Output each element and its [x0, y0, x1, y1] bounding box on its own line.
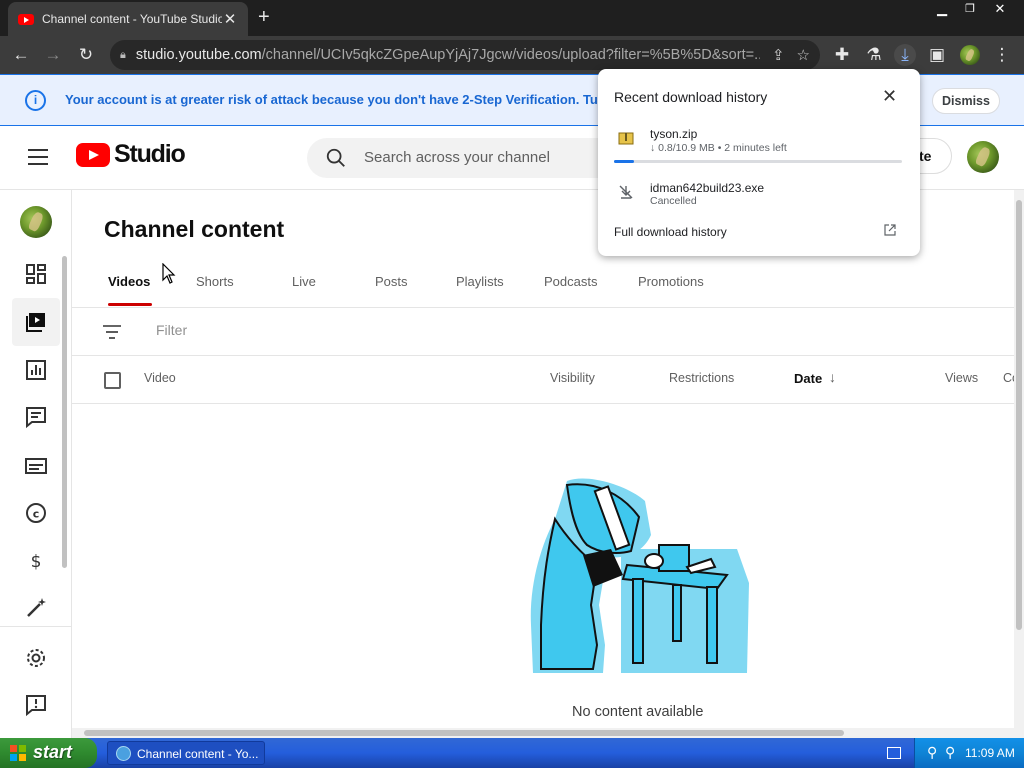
- copyright-icon[interactable]: c: [24, 501, 48, 525]
- network-icon[interactable]: ⚲: [927, 744, 937, 761]
- dashboard-icon[interactable]: [24, 262, 48, 286]
- browser-app-icon: [116, 746, 131, 761]
- search-tray-icon[interactable]: ⚲: [945, 744, 955, 761]
- clock: 11:09 AM: [965, 746, 1015, 760]
- tab-live[interactable]: Live: [292, 274, 316, 289]
- analytics-icon[interactable]: [24, 358, 48, 382]
- empty-state-message: No content available: [572, 704, 704, 720]
- studio-logo-text[interactable]: Studio: [114, 140, 186, 169]
- empty-state-illustration: [530, 478, 749, 673]
- filter-bar[interactable]: Filter: [72, 308, 1014, 356]
- forward-icon[interactable]: →: [42, 44, 64, 66]
- column-restrictions: Restrictions: [669, 371, 735, 385]
- active-tab-indicator: [108, 303, 152, 306]
- new-tab-icon[interactable]: +: [258, 6, 270, 29]
- tab-title: Channel content - YouTube Studio: [42, 12, 222, 26]
- hamburger-menu-icon[interactable]: [28, 149, 48, 165]
- share-icon[interactable]: ⇪: [772, 46, 785, 64]
- keyboard-icon[interactable]: [887, 747, 901, 759]
- column-visibility: Visibility: [550, 371, 595, 385]
- column-date[interactable]: Date: [794, 371, 822, 386]
- content-icon[interactable]: [24, 310, 48, 334]
- zip-file-icon: [618, 132, 634, 145]
- select-all-checkbox[interactable]: [104, 372, 121, 389]
- cancelled-download-icon: [619, 185, 633, 199]
- menu-kebab-icon[interactable]: ⋮: [991, 44, 1013, 66]
- sidebar: c $: [0, 190, 72, 738]
- side-panel-icon[interactable]: ▣: [926, 44, 948, 66]
- filter-icon[interactable]: [103, 325, 121, 339]
- sidebar-divider: [0, 626, 72, 627]
- sort-down-arrow-icon[interactable]: ↓: [829, 369, 836, 385]
- open-external-icon[interactable]: [884, 224, 896, 236]
- close-popup-icon[interactable]: ✕: [882, 86, 897, 107]
- download-item-status: Cancelled: [650, 195, 697, 207]
- close-tab-icon[interactable]: ✕: [222, 10, 238, 28]
- sidebar-scrollbar[interactable]: [62, 256, 67, 568]
- comments-icon[interactable]: [24, 405, 48, 429]
- tab-playlists[interactable]: Playlists: [456, 274, 504, 289]
- table-header: Video Visibility Restrictions Date ↓ Vie…: [72, 356, 1014, 404]
- windows-taskbar: start Channel content - Yo... ⚲ ⚲ 11:09 …: [0, 738, 1024, 768]
- bookmark-star-icon[interactable]: ☆: [797, 46, 810, 64]
- browser-tab[interactable]: Channel content - YouTube Studio ✕: [8, 2, 248, 36]
- earn-dollar-icon[interactable]: $: [24, 549, 48, 573]
- customization-wand-icon[interactable]: [24, 596, 48, 620]
- tab-promotions[interactable]: Promotions: [638, 274, 704, 289]
- main-content: Channel content Videos Shorts Live Posts…: [72, 190, 1014, 738]
- download-item-status: ↓ 0.8/10.9 MB • 2 minutes left: [650, 142, 787, 154]
- settings-gear-icon[interactable]: [24, 646, 48, 670]
- back-icon[interactable]: ←: [10, 44, 32, 66]
- download-item-name[interactable]: idman642build23.exe: [650, 181, 764, 195]
- content-tabs: Videos Shorts Live Posts Playlists Podca…: [72, 268, 1014, 308]
- account-avatar[interactable]: [967, 141, 999, 173]
- tab-posts[interactable]: Posts: [375, 274, 408, 289]
- window-close-icon[interactable]: ✕: [986, 0, 1014, 18]
- column-comments: Co: [1003, 371, 1014, 385]
- info-icon: i: [25, 90, 46, 111]
- dismiss-button[interactable]: Dismiss: [932, 88, 1000, 114]
- download-history-popup: Recent download history ✕ tyson.zip ↓ 0.…: [598, 69, 920, 256]
- page-title: Channel content: [104, 216, 285, 242]
- feedback-icon[interactable]: [24, 693, 48, 717]
- download-progress-bar: [614, 160, 902, 163]
- svg-text:$: $: [31, 552, 42, 572]
- search-placeholder: Search across your channel: [364, 149, 550, 166]
- url-text: studio.youtube.com/channel/UCIv5qkcZGpeA…: [135, 47, 760, 63]
- lock-icon: 🔒︎: [120, 48, 126, 61]
- start-button[interactable]: start: [0, 738, 97, 768]
- address-bar[interactable]: 🔒︎ studio.youtube.com/channel/UCIv5qkcZG…: [110, 40, 820, 70]
- full-download-history-link[interactable]: Full download history: [614, 225, 727, 239]
- download-icon[interactable]: ⤓: [894, 44, 916, 66]
- main-vertical-scrollbar[interactable]: [1014, 190, 1024, 738]
- banner-message[interactable]: Your account is at greater risk of attac…: [65, 92, 642, 107]
- taskbar-item-browser[interactable]: Channel content - Yo...: [107, 741, 265, 765]
- extensions-puzzle-icon[interactable]: ✚: [831, 44, 853, 66]
- browser-titlebar: Channel content - YouTube Studio ✕ + ▁ ❐…: [0, 0, 1024, 36]
- download-popup-title: Recent download history: [614, 89, 768, 105]
- system-tray: ⚲ ⚲ 11:09 AM: [914, 738, 1024, 768]
- youtube-logo-icon[interactable]: [76, 143, 110, 167]
- windows-flag-icon: [10, 745, 26, 761]
- main-horizontal-scrollbar[interactable]: [72, 728, 1014, 738]
- minimize-icon[interactable]: ▁: [928, 0, 956, 18]
- column-views: Views: [945, 371, 979, 385]
- svg-text:c: c: [33, 508, 40, 521]
- filter-input[interactable]: Filter: [156, 322, 187, 338]
- youtube-favicon-icon: [18, 13, 34, 25]
- labs-flask-icon[interactable]: ⚗: [863, 44, 885, 66]
- tab-videos[interactable]: Videos: [108, 274, 150, 289]
- column-video: Video: [144, 371, 176, 385]
- restore-icon[interactable]: ❐: [956, 0, 984, 18]
- tab-shorts[interactable]: Shorts: [196, 274, 234, 289]
- mouse-cursor-icon: [162, 263, 176, 284]
- profile-avatar[interactable]: [960, 45, 980, 65]
- subtitles-icon[interactable]: [24, 454, 48, 478]
- channel-avatar[interactable]: [20, 206, 52, 238]
- download-item-name[interactable]: tyson.zip: [650, 127, 697, 141]
- reload-icon[interactable]: ↻: [75, 44, 97, 66]
- tab-podcasts[interactable]: Podcasts: [544, 274, 597, 289]
- search-icon: [326, 148, 345, 167]
